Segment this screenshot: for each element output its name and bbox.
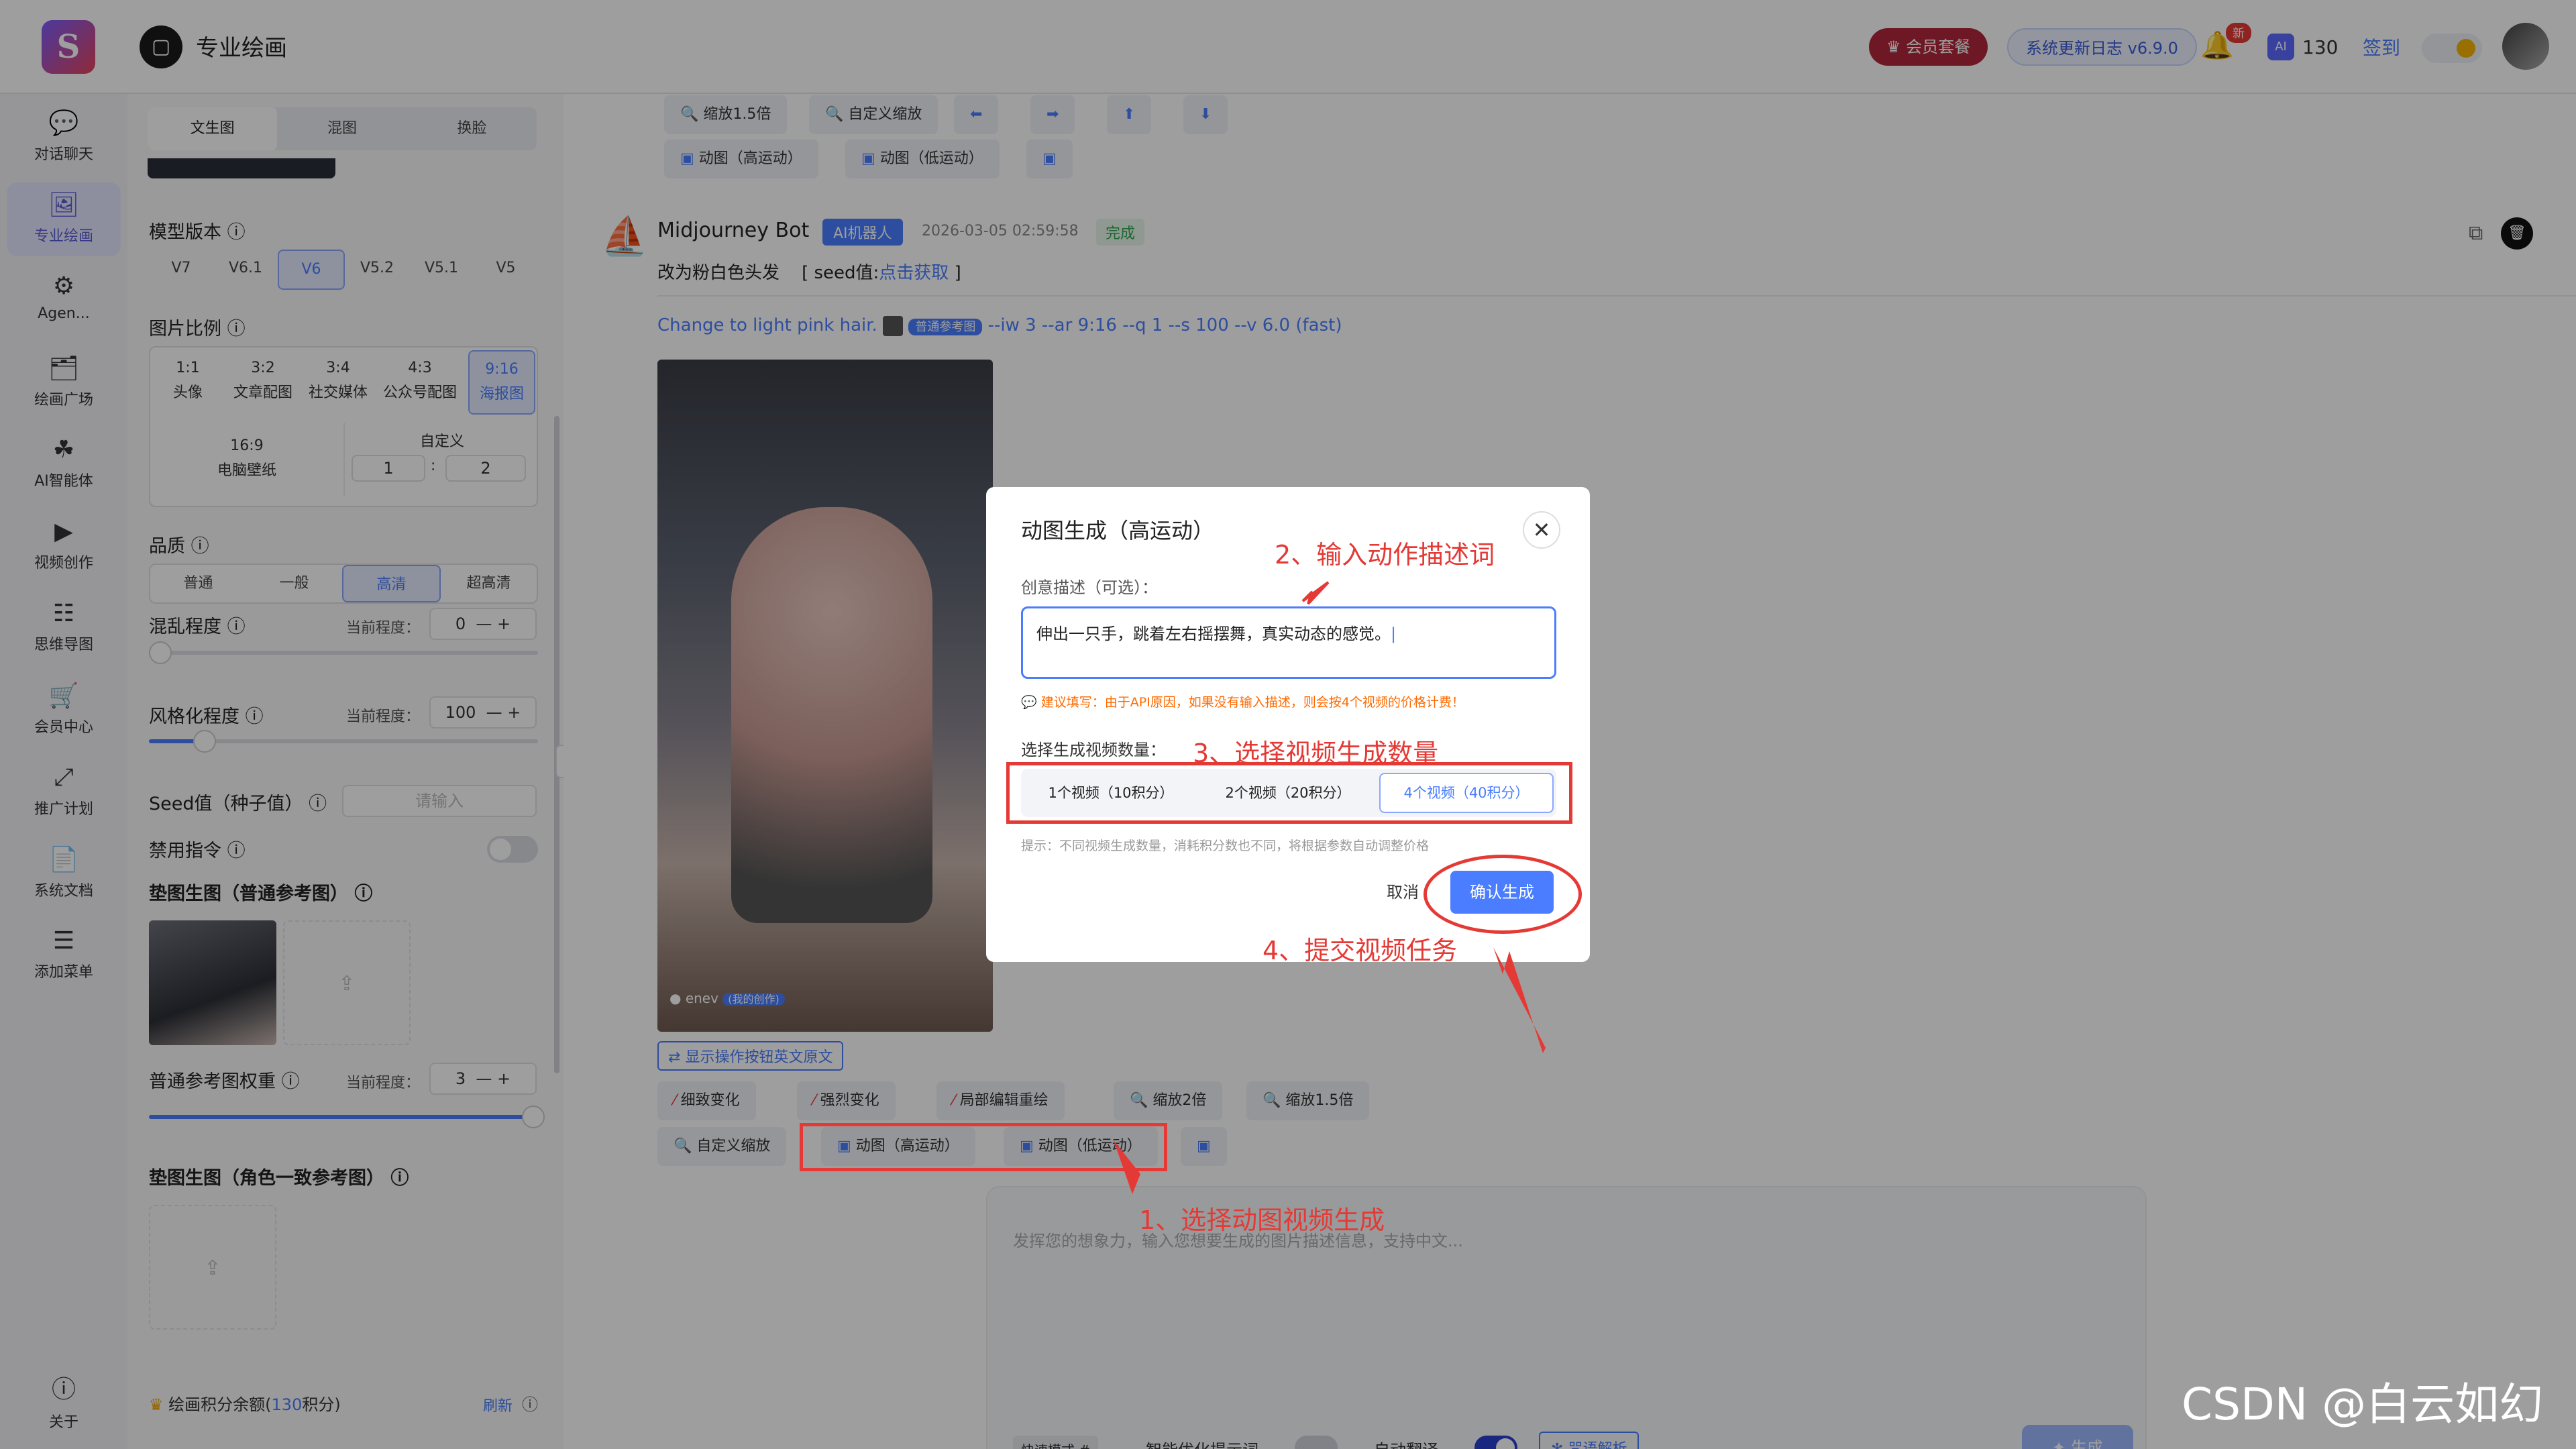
arrow-step-4 — [1493, 947, 1546, 1053]
chat-icon: 💬 — [1021, 695, 1041, 710]
arrow-step-1 — [1114, 1140, 1140, 1194]
arrow-step-2 — [1301, 581, 1330, 605]
watermark: CSDN @白云如幻 — [2182, 1379, 2544, 1430]
annotation-arrows — [1114, 581, 1546, 1194]
